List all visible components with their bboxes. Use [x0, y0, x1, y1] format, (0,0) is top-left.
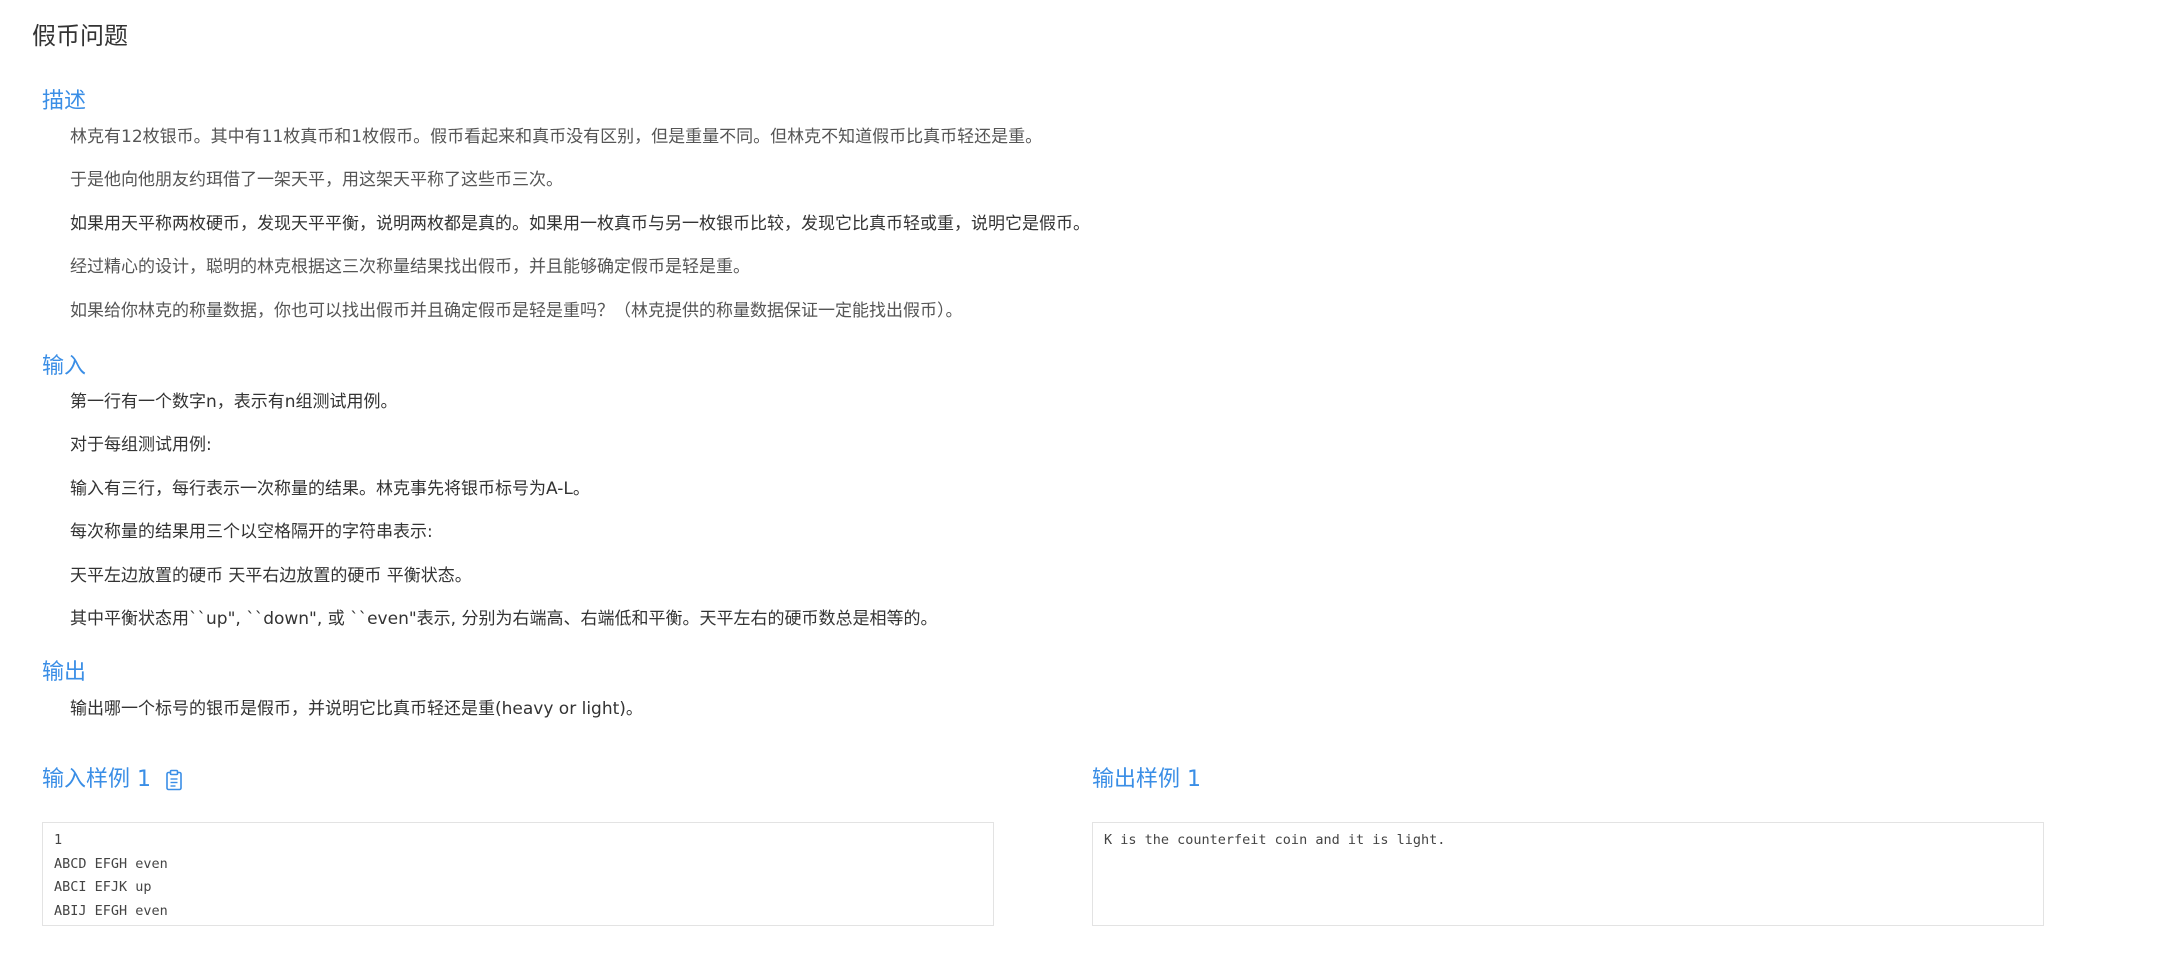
input-paragraph-4: 每次称量的结果用三个以空格隔开的字符串表示:: [70, 522, 433, 542]
description-paragraph-2: 于是他向他朋友约珥借了一架天平，用这架天平称了这些币三次。: [70, 170, 563, 190]
clipboard-icon[interactable]: [165, 769, 183, 791]
output-paragraph-1: 输出哪一个标号的银币是假币，并说明它比真币轻还是重(heavy or light…: [70, 699, 643, 719]
sample-input-box[interactable]: 1 ABCD EFGH even ABCI EFJK up ABIJ EFGH …: [42, 822, 994, 926]
description-paragraph-5: 如果给你林克的称量数据，你也可以找出假币并且确定假币是轻是重吗？（林克提供的称量…: [70, 301, 963, 321]
sample-output-line: K is the counterfeit coin and it is ligh…: [1104, 832, 1446, 848]
description-paragraph-3: 如果用天平称两枚硬币，发现天平平衡，说明两枚都是真的。如果用一枚真币与另一枚银币…: [70, 214, 1090, 234]
input-paragraph-6: 其中平衡状态用``up", ``down", 或 ``even"表示, 分别为右…: [70, 609, 938, 629]
output-heading: 输出: [42, 660, 87, 685]
sample-input-line: ABCD EFGH even: [54, 855, 168, 872]
sample-input-heading: 输入样例 1: [42, 764, 183, 796]
page-title: 假币问题: [32, 22, 128, 50]
sample-input-line: ABCI EFJK up: [54, 879, 152, 895]
input-paragraph-1: 第一行有一个数字n，表示有n组测试用例。: [70, 392, 398, 412]
sample-output-box[interactable]: K is the counterfeit coin and it is ligh…: [1092, 822, 2044, 926]
input-paragraph-3: 输入有三行，每行表示一次称量的结果。林克事先将银币标号为A-L。: [70, 479, 590, 499]
input-heading: 输入: [42, 354, 87, 379]
sample-output-heading: 输出样例 1: [1092, 764, 1201, 796]
description-heading: 描述: [42, 89, 87, 114]
input-paragraph-5: 天平左边放置的硬币 天平右边放置的硬币 平衡状态。: [70, 566, 472, 586]
sample-input-line: ABIJ EFGH even: [54, 902, 168, 919]
sample-output-heading-label: 输出样例 1: [1092, 767, 1201, 792]
description-paragraph-4: 经过精心的设计，聪明的林克根据这三次称量结果找出假币，并且能够确定假币是轻是重。: [70, 257, 750, 277]
sample-input-line: 1: [54, 832, 63, 848]
input-paragraph-2: 对于每组测试用例:: [70, 435, 212, 455]
sample-input-heading-label: 输入样例 1: [42, 767, 151, 792]
description-paragraph-1: 林克有12枚银币。其中有11枚真币和1枚假币。假币看起来和真币没有区别，但是重量…: [70, 127, 1043, 147]
